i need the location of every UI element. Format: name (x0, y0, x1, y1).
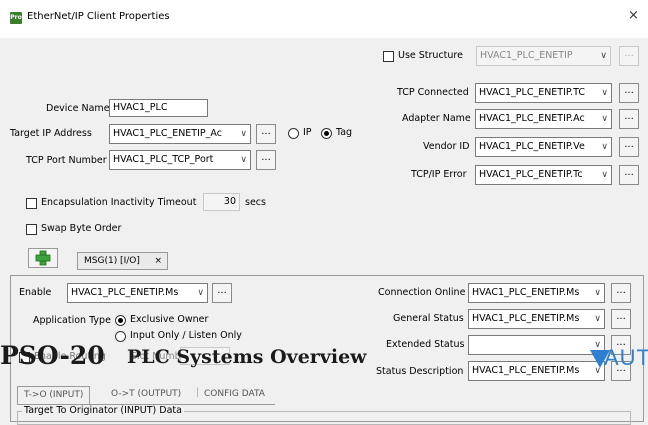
tcpip-error-value: HVAC1_PLC_ENETIP.Tc (479, 169, 583, 180)
chevron-down-icon: ∨ (601, 114, 608, 124)
target-ip-value: HVAC1_PLC_ENETIP_Ac (113, 128, 222, 139)
encap-timeout-input[interactable]: 30 (203, 193, 240, 211)
plus-icon (35, 250, 51, 266)
enable-select[interactable]: HVAC1_PLC_ENETIP.Ms ∨ (67, 283, 208, 303)
adapter-name-select[interactable]: HVAC1_PLC_ENETIP.Ac ∨ (475, 109, 612, 129)
chevron-down-icon: ∨ (240, 129, 247, 139)
tab-msg-label: MSG(1) [I/O] (84, 256, 140, 266)
ip-radio-label: IP (303, 127, 312, 138)
status-description-select[interactable]: HVAC1_PLC_ENETIP.Ms ∨ (468, 361, 605, 381)
encap-timeout-checkbox[interactable] (26, 198, 37, 209)
chevron-down-icon: ∨ (601, 170, 608, 180)
chevron-down-icon: ∨ (594, 288, 601, 298)
connection-online-browse-button[interactable]: ... (611, 283, 631, 303)
connection-online-select[interactable]: HVAC1_PLC_ENETIP.Ms ∨ (468, 283, 605, 303)
chevron-down-icon: ∨ (600, 51, 607, 61)
chevron-down-icon: ∨ (601, 142, 608, 152)
tag-radio-label: Tag (336, 127, 353, 138)
use-structure-value: HVAC1_PLC_ENETIP (480, 50, 573, 61)
tcp-connected-browse-button[interactable]: ... (619, 83, 639, 103)
device-name-label: Device Name (46, 103, 110, 114)
tcp-port-browse-button[interactable]: ... (256, 150, 276, 170)
swap-byte-label: Swap Byte Order (41, 223, 122, 234)
vendor-id-value: HVAC1_PLC_ENETIP.Ve (479, 141, 585, 152)
tcpip-error-select[interactable]: HVAC1_PLC_ENETIP.Tc ∨ (475, 165, 612, 185)
adapter-name-value: HVAC1_PLC_ENETIP.Ac (479, 113, 585, 124)
tab-msg[interactable]: MSG(1) [I/O] × (77, 252, 168, 270)
brand-logo: AUTO (604, 345, 648, 370)
vendor-id-browse-button[interactable]: ... (619, 137, 639, 157)
tcp-port-select[interactable]: HVAC1_PLC_TCP_Port ∨ (109, 150, 251, 170)
connection-online-label: Connection Online (378, 287, 466, 298)
chevron-down-icon: ∨ (240, 155, 247, 165)
tcp-port-label: TCP Port Number (26, 155, 107, 166)
adapter-name-browse-button[interactable]: ... (619, 109, 639, 129)
add-message-button[interactable] (28, 248, 58, 268)
extended-status-select[interactable]: ∨ (468, 335, 605, 355)
ip-radio[interactable] (288, 128, 299, 139)
encap-timeout-label: Encapsulation Inactivity Timeout (41, 197, 197, 208)
target-ip-select[interactable]: HVAC1_PLC_ENETIP_Ac ∨ (109, 124, 251, 144)
use-structure-label: Use Structure (398, 50, 463, 61)
tab-input[interactable]: T->O (INPUT) (17, 386, 91, 404)
extended-status-label: Extended Status (386, 339, 465, 350)
tab-output[interactable]: O->T (OUTPUT) (111, 389, 181, 399)
close-icon[interactable]: × (154, 253, 162, 269)
tab-config-data[interactable]: CONFIG DATA (204, 389, 265, 399)
adapter-name-label: Adapter Name (402, 113, 471, 124)
tcp-connected-label: TCP Connected (397, 87, 469, 98)
use-structure-select[interactable]: HVAC1_PLC_ENETIP ∨ (476, 46, 611, 66)
swap-byte-checkbox[interactable] (26, 224, 37, 235)
general-status-select[interactable]: HVAC1_PLC_ENETIP.Ms ∨ (468, 309, 605, 329)
use-structure-browse-button[interactable]: ... (619, 46, 639, 66)
vendor-id-select[interactable]: HVAC1_PLC_ENETIP.Ve ∨ (475, 137, 612, 157)
enable-value: HVAC1_PLC_ENETIP.Ms (71, 287, 179, 298)
device-name-input[interactable]: HVAC1_PLC (109, 99, 208, 117)
window-title: EtherNet/IP Client Properties (27, 11, 170, 22)
overlay-title: PLC Systems Overview (127, 346, 367, 368)
tcp-connected-select[interactable]: HVAC1_PLC_ENETIP.TC ∨ (475, 83, 612, 103)
chevron-down-icon: ∨ (601, 88, 608, 98)
tcp-connected-value: HVAC1_PLC_ENETIP.TC (479, 87, 586, 98)
encap-timeout-unit: secs (245, 197, 266, 208)
app-type-label: Application Type (33, 315, 111, 326)
app-icon: Pro (10, 12, 22, 24)
exclusive-owner-radio[interactable] (115, 315, 126, 326)
input-only-radio[interactable] (115, 331, 126, 342)
chevron-down-icon: ∨ (594, 314, 601, 324)
overlay-code: PSO-20 (0, 341, 105, 370)
status-description-label: Status Description (376, 366, 464, 377)
input-data-group-title: Target To Originator (INPUT) Data (22, 405, 184, 416)
tab-divider: | (196, 387, 200, 398)
vendor-id-label: Vendor ID (423, 141, 470, 152)
general-status-value: HVAC1_PLC_ENETIP.Ms (472, 313, 580, 324)
close-icon[interactable]: × (628, 8, 639, 23)
target-ip-label: Target IP Address (10, 128, 92, 139)
input-only-label: Input Only / Listen Only (130, 330, 242, 341)
tcp-port-value: HVAC1_PLC_TCP_Port (113, 154, 214, 165)
exclusive-owner-label: Exclusive Owner (130, 314, 209, 325)
general-status-browse-button[interactable]: ... (611, 309, 631, 329)
tcpip-error-label: TCP/IP Error (411, 169, 467, 180)
enable-label: Enable (19, 287, 52, 298)
chevron-down-icon: ∨ (197, 288, 204, 298)
status-description-value: HVAC1_PLC_ENETIP.Ms (472, 365, 580, 376)
general-status-label: General Status (393, 313, 464, 324)
tcpip-error-browse-button[interactable]: ... (619, 165, 639, 185)
enable-browse-button[interactable]: ... (212, 283, 232, 303)
use-structure-checkbox[interactable] (383, 51, 394, 62)
connection-online-value: HVAC1_PLC_ENETIP.Ms (472, 287, 580, 298)
tag-radio[interactable] (321, 128, 332, 139)
target-ip-browse-button[interactable]: ... (256, 124, 276, 144)
